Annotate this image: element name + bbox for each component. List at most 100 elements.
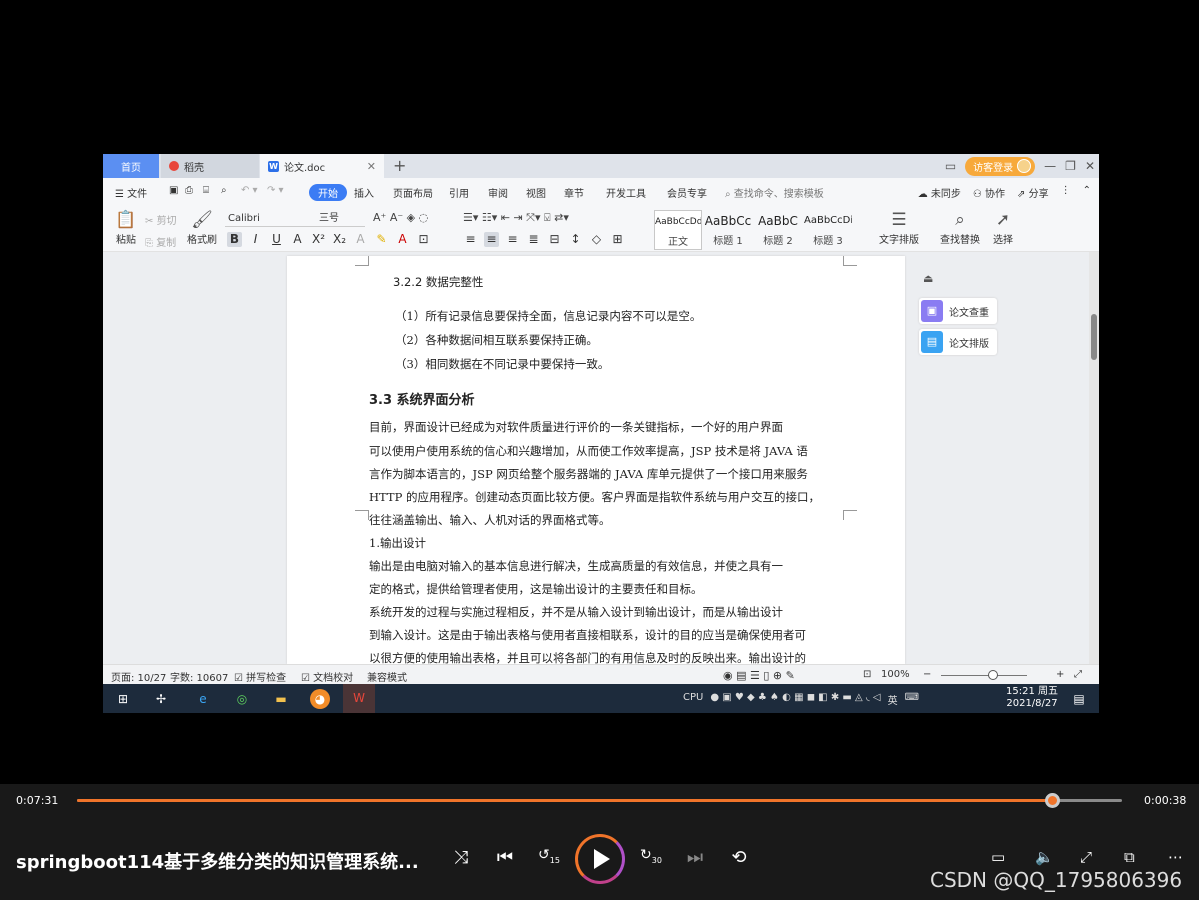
scrollbar-thumb[interactable] <box>1091 314 1097 360</box>
media-app-icon[interactable]: ◕ <box>310 689 330 709</box>
redo-icon[interactable]: ↷ ▾ <box>267 185 284 196</box>
repeat-off-icon[interactable]: ⟲ <box>726 847 752 868</box>
ie-browser-icon[interactable]: e <box>193 689 213 709</box>
next-icon[interactable]: ⏭ <box>682 847 708 868</box>
subtitle-icon[interactable]: ▭ <box>991 848 1005 866</box>
360-browser-icon[interactable]: ◎ <box>232 689 252 709</box>
justify-button[interactable]: ≣ <box>526 232 541 247</box>
menu-insert[interactable]: 插入 <box>354 185 374 200</box>
document-page[interactable]: 3.2.2 数据完整性 （1）所有记录信息要保持全面，信息记录内容不可以是空。 … <box>287 256 905 665</box>
print-preview-icon[interactable]: ⌕ <box>221 185 227 196</box>
strikethrough-button[interactable]: A <box>290 232 305 247</box>
font-family-select[interactable]: Calibri <box>225 211 315 227</box>
borders-button[interactable]: ⊞ <box>610 232 625 247</box>
zoom-out-button[interactable]: − <box>923 669 931 680</box>
tab-home[interactable]: 首页 <box>103 154 159 178</box>
fullscreen-icon[interactable]: ⤢ <box>1074 669 1082 680</box>
menu-view[interactable]: 视图 <box>526 185 546 200</box>
previous-icon[interactable]: ⏮ <box>492 847 518 868</box>
doc-proof-button[interactable]: ☑ 文档校对 <box>301 669 353 684</box>
undo-icon[interactable]: ↶ ▾ <box>241 185 258 196</box>
zoom-in-button[interactable]: + <box>1056 669 1064 680</box>
menu-page-layout[interactable]: 页面布局 <box>393 185 433 200</box>
share-button[interactable]: ⇗ 分享 <box>1017 185 1049 200</box>
shading-button[interactable]: ◇ <box>589 232 604 247</box>
restore-icon[interactable]: ❐ <box>1065 159 1076 173</box>
align-center-button[interactable]: ≡ <box>484 232 499 247</box>
vertical-scrollbar[interactable] <box>1089 252 1099 664</box>
text-layout-button[interactable]: ☰ 文字排版 <box>877 209 921 246</box>
align-left-button[interactable]: ≡ <box>463 232 478 247</box>
underline-button[interactable]: U <box>269 232 284 247</box>
char-border-button[interactable]: ⊡ <box>416 232 431 247</box>
zoom-slider-knob[interactable] <box>987 670 998 680</box>
new-tab-button[interactable]: + <box>393 156 406 175</box>
font-size-select[interactable]: 三号 <box>315 211 365 227</box>
sync-button[interactable]: ☁ 未同步 <box>918 185 961 200</box>
menu-file[interactable]: ☰ 文件 <box>115 185 147 200</box>
font-grow-shrink-icons[interactable]: A⁺ A⁻ ◈ ◌ <box>373 211 428 224</box>
shuffle-icon[interactable]: ⤨ <box>448 847 474 868</box>
cut-button[interactable]: ✂ 剪切 <box>145 212 177 227</box>
highlight-icon[interactable]: ✎ <box>374 232 389 247</box>
cpu-indicator[interactable]: CPU <box>683 692 703 707</box>
word-count[interactable]: 字数: 10607 <box>170 669 228 684</box>
collapse-panel-icon[interactable]: ⏏ <box>923 272 933 285</box>
zoom-slider[interactable] <box>941 675 1027 676</box>
style-normal[interactable]: AaBbCcDd 正文 <box>654 210 702 250</box>
align-right-button[interactable]: ≡ <box>505 232 520 247</box>
close-tab-icon[interactable]: ✕ <box>367 160 376 173</box>
progress-bar[interactable] <box>77 793 1122 808</box>
select-button[interactable]: ➚ 选择 <box>989 209 1017 246</box>
collab-button[interactable]: ⚇ 协作 <box>973 185 1005 200</box>
ime-indicator[interactable]: 英 <box>888 692 898 707</box>
style-heading-3[interactable]: AaBbCcDi 标题 3 <box>804 210 852 250</box>
print-icon[interactable]: ⌸ <box>203 185 209 196</box>
superscript-button[interactable]: X² <box>311 232 326 247</box>
text-effect-button[interactable]: A <box>353 232 368 247</box>
forward-icon[interactable]: ↻30 <box>638 847 664 865</box>
distribute-button[interactable]: ⊟ <box>547 232 562 247</box>
wps-taskbar-icon[interactable]: W <box>343 684 375 713</box>
notification-icon[interactable]: ▤ <box>1069 689 1089 709</box>
font-color-button[interactable]: A <box>395 232 410 247</box>
paper-layout-button[interactable]: ▤ 论文排版 <box>919 329 997 355</box>
format-painter-button[interactable]: 🖌 格式刷 <box>185 209 219 246</box>
file-explorer-icon[interactable]: ▬ <box>271 689 291 709</box>
style-heading-1[interactable]: AaBbCc 标题 1 <box>704 210 752 250</box>
rewind-icon[interactable]: ↺15 <box>536 847 562 865</box>
collapse-ribbon-icon[interactable]: ⌃ <box>1083 185 1091 200</box>
style-heading-2[interactable]: AaBbC 标题 2 <box>754 210 802 250</box>
list-indent-icons[interactable]: ☰▾ ☷▾ ⇤ ⇥ ⤧▾ ⍌ ⇄▾ <box>463 211 569 225</box>
volume-icon[interactable]: 🔈 <box>1035 848 1054 866</box>
command-search[interactable]: ⌕ 查找命令、搜索模板 <box>725 185 824 200</box>
menu-start[interactable]: 开始 <box>309 184 347 201</box>
zoom-level[interactable]: 100% <box>881 669 910 680</box>
play-button[interactable] <box>575 834 625 884</box>
close-window-icon[interactable]: ✕ <box>1085 159 1095 173</box>
tab-daoke[interactable]: 稻壳 <box>161 154 259 178</box>
paste-button[interactable]: 📋 粘贴 <box>111 209 141 246</box>
menu-member[interactable]: 会员专享 <box>667 185 707 200</box>
menu-chapter[interactable]: 章节 <box>564 185 584 200</box>
spell-check-button[interactable]: ☑ 拼写检查 <box>234 669 286 684</box>
fan-app-icon[interactable]: ✢ <box>151 689 171 709</box>
picture-in-picture-icon[interactable]: ⧉ <box>1124 848 1135 866</box>
menu-reference[interactable]: 引用 <box>449 185 469 200</box>
keyboard-icon[interactable]: ⌨ <box>905 692 919 707</box>
minimize-icon[interactable]: — <box>1044 159 1056 173</box>
tab-document[interactable]: W 论文.doc ✕ <box>260 154 384 178</box>
windows-start-icon[interactable]: ⊞ <box>113 689 133 709</box>
view-mode-icons[interactable]: ◉ ▤ ☰ ▯ ⊕ ✎ <box>723 669 795 682</box>
tray-icons[interactable]: ● ▣ ♥ ◆ ♣ ♠ ◐ ▦ ◼ ◧ ✱ ▬ ◬ ◟ ◁ <box>710 692 880 707</box>
bold-button[interactable]: B <box>227 232 242 247</box>
fullscreen-icon[interactable]: ⤢ <box>1080 848 1092 866</box>
more-options-icon[interactable]: ⋯ <box>1168 848 1183 866</box>
copy-button[interactable]: ⎘ 复制 <box>145 234 176 249</box>
progress-knob[interactable] <box>1044 793 1060 808</box>
find-replace-button[interactable]: ⌕ 查找替换 <box>937 209 983 246</box>
line-spacing-button[interactable]: ↕ <box>568 232 583 247</box>
italic-button[interactable]: I <box>248 232 263 247</box>
taskbar-clock[interactable]: 15:21 周五 2021/8/27 <box>1006 686 1058 710</box>
menu-review[interactable]: 审阅 <box>488 185 508 200</box>
